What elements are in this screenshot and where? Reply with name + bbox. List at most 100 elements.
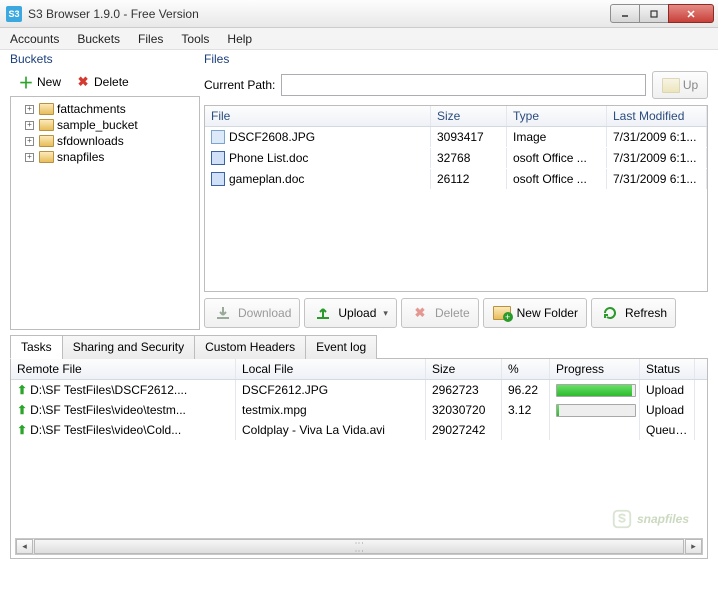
- dropdown-icon: ▾: [383, 308, 388, 319]
- bucket-tree[interactable]: + fattachments + sample_bucket + sfdownload…: [10, 96, 200, 330]
- progress-bar: [556, 384, 636, 397]
- col-header-modified[interactable]: Last Modified: [607, 106, 707, 126]
- file-name: DSCF2608.JPG: [229, 130, 315, 144]
- window-close-button[interactable]: [668, 4, 714, 23]
- task-size: 2962723: [426, 380, 502, 400]
- bucket-name: sfdownloads: [57, 134, 124, 148]
- folder-icon: [39, 103, 54, 115]
- delete-file-button[interactable]: ✖ Delete: [401, 298, 479, 328]
- expander-icon[interactable]: +: [25, 137, 34, 146]
- col-header-type[interactable]: Type: [507, 106, 607, 126]
- doc-file-icon: [211, 172, 225, 186]
- delete-label: Delete: [435, 306, 470, 320]
- menu-accounts[interactable]: Accounts: [10, 32, 59, 46]
- delete-icon: ✖: [75, 74, 91, 90]
- files-table-header: File Size Type Last Modified: [205, 106, 707, 127]
- menu-buckets[interactable]: Buckets: [77, 32, 120, 46]
- tab-event-log[interactable]: Event log: [305, 335, 377, 359]
- files-title: Files: [204, 52, 708, 66]
- table-row[interactable]: DSCF2608.JPG 3093417 Image 7/31/2009 6:1…: [205, 127, 707, 148]
- window-titlebar: S3 S3 Browser 1.9.0 - Free Version: [0, 0, 718, 28]
- new-folder-button[interactable]: +New Folder: [483, 298, 587, 328]
- bucket-name: fattachments: [57, 102, 126, 116]
- current-path-input[interactable]: [281, 74, 646, 96]
- task-status: Upload: [640, 400, 695, 420]
- file-size: 3093417: [431, 127, 507, 147]
- bucket-item[interactable]: + sfdownloads: [11, 133, 199, 149]
- watermark-text: snapfiles: [637, 512, 689, 526]
- file-name: Phone List.doc: [229, 151, 308, 165]
- tab-sharing[interactable]: Sharing and Security: [62, 335, 195, 359]
- window-minimize-button[interactable]: [610, 4, 640, 23]
- tasks-table: Remote File Local File Size % Progress S…: [10, 359, 708, 559]
- file-size: 32768: [431, 148, 507, 168]
- file-size: 26112: [431, 169, 507, 189]
- folder-up-icon: [662, 78, 680, 93]
- scroll-left-button[interactable]: ◂: [16, 539, 33, 554]
- refresh-icon: [600, 303, 620, 323]
- file-type: osoft Office ...: [507, 148, 607, 168]
- bucket-item[interactable]: + fattachments: [11, 101, 199, 117]
- bucket-name: snapfiles: [57, 150, 104, 164]
- col-header-progress[interactable]: Progress: [550, 359, 640, 379]
- col-header-remote[interactable]: Remote File: [11, 359, 236, 379]
- col-header-status[interactable]: Status: [640, 359, 695, 379]
- local-file: DSCF2612.JPG: [236, 380, 426, 400]
- tab-bar: Tasks Sharing and Security Custom Header…: [10, 334, 708, 359]
- scroll-thumb[interactable]: [34, 539, 684, 554]
- new-bucket-button[interactable]: ＋ New: [12, 71, 67, 93]
- bucket-item[interactable]: + sample_bucket: [11, 117, 199, 133]
- col-header-size[interactable]: Size: [431, 106, 507, 126]
- horizontal-scrollbar[interactable]: ◂ ▸: [15, 538, 703, 555]
- delete-icon: ✖: [410, 303, 430, 323]
- folder-icon: [39, 135, 54, 147]
- table-row[interactable]: Phone List.doc 32768 osoft Office ... 7/…: [205, 148, 707, 169]
- col-header-local[interactable]: Local File: [236, 359, 426, 379]
- file-modified: 7/31/2009 6:1...: [607, 127, 707, 147]
- upload-arrow-icon: ⬆: [17, 383, 27, 397]
- bucket-name: sample_bucket: [57, 118, 138, 132]
- upload-icon: [313, 303, 333, 323]
- expander-icon[interactable]: +: [25, 121, 34, 130]
- window-maximize-button[interactable]: [639, 4, 669, 23]
- task-size: 29027242: [426, 420, 502, 440]
- task-percent: [502, 420, 550, 440]
- file-name: gameplan.doc: [229, 172, 304, 186]
- window-title: S3 Browser 1.9.0 - Free Version: [28, 7, 611, 21]
- remote-file: D:\SF TestFiles\DSCF2612....: [30, 383, 187, 397]
- app-icon: S3: [6, 6, 22, 22]
- delete-bucket-button[interactable]: ✖ Delete: [69, 71, 135, 93]
- delete-bucket-label: Delete: [94, 75, 129, 89]
- download-button[interactable]: Download: [204, 298, 300, 328]
- expander-icon[interactable]: +: [25, 153, 34, 162]
- table-row[interactable]: gameplan.doc 26112 osoft Office ... 7/31…: [205, 169, 707, 190]
- up-label: Up: [683, 78, 698, 92]
- menu-help[interactable]: Help: [227, 32, 252, 46]
- col-header-size[interactable]: Size: [426, 359, 502, 379]
- col-header-percent[interactable]: %: [502, 359, 550, 379]
- tab-custom-headers[interactable]: Custom Headers: [194, 335, 306, 359]
- col-header-file[interactable]: File: [205, 106, 431, 126]
- buckets-title: Buckets: [10, 52, 200, 66]
- table-row[interactable]: ⬆D:\SF TestFiles\video\Cold...Coldplay -…: [11, 420, 707, 440]
- menu-files[interactable]: Files: [138, 32, 163, 46]
- watermark: snapfiles: [611, 508, 689, 530]
- table-row[interactable]: ⬆D:\SF TestFiles\DSCF2612.... DSCF2612.JP…: [11, 380, 707, 400]
- up-button[interactable]: Up: [652, 71, 708, 99]
- table-row[interactable]: ⬆D:\SF TestFiles\video\testm...testmix.m…: [11, 400, 707, 420]
- task-status: Queued: [640, 420, 695, 440]
- upload-label: Upload: [338, 306, 376, 320]
- new-folder-label: New Folder: [517, 306, 578, 320]
- task-status: Upload: [640, 380, 695, 400]
- tab-tasks[interactable]: Tasks: [10, 335, 63, 359]
- bucket-item[interactable]: + snapfiles: [11, 149, 199, 165]
- refresh-button[interactable]: Refresh: [591, 298, 676, 328]
- doc-file-icon: [211, 151, 225, 165]
- remote-file: D:\SF TestFiles\video\testm...: [30, 403, 186, 417]
- scroll-right-button[interactable]: ▸: [685, 539, 702, 554]
- expander-icon[interactable]: +: [25, 105, 34, 114]
- menu-tools[interactable]: Tools: [181, 32, 209, 46]
- upload-button[interactable]: Upload ▾: [304, 298, 397, 328]
- plus-icon: ＋: [18, 74, 34, 90]
- download-icon: [213, 303, 233, 323]
